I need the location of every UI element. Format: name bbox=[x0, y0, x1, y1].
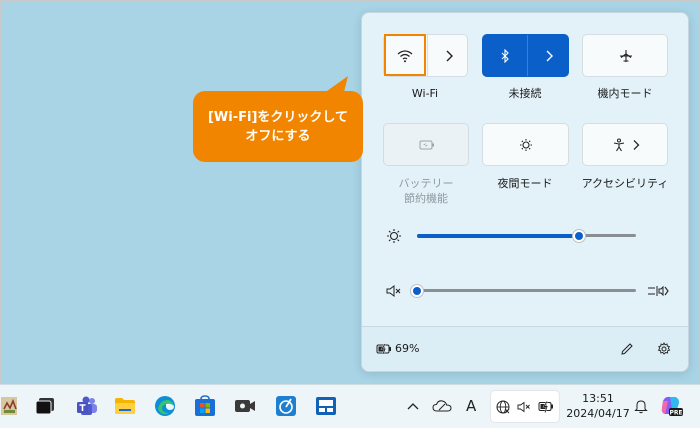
settings-gear-icon[interactable] bbox=[657, 342, 671, 356]
airplane-mode-label: 機内モード bbox=[597, 87, 653, 100]
gallery-app-icon[interactable] bbox=[313, 393, 339, 419]
volume-slider-thumb[interactable] bbox=[410, 284, 424, 298]
accessibility-icon bbox=[612, 138, 626, 152]
callout-line2: オフにする bbox=[245, 128, 311, 144]
brightness-slider-fill bbox=[417, 234, 579, 238]
task-view-icon[interactable] bbox=[32, 393, 58, 419]
airplane-mode-tile[interactable] bbox=[582, 34, 668, 77]
teams-icon[interactable] bbox=[74, 393, 100, 419]
wifi-label: Wi-Fi bbox=[411, 87, 439, 100]
audio-output-select-icon[interactable] bbox=[647, 284, 669, 298]
onedrive-cloud-icon[interactable] bbox=[429, 393, 455, 419]
svg-text:PRE: PRE bbox=[669, 410, 682, 417]
battery-saver-label-line1: バッテリー bbox=[398, 177, 454, 190]
clock-date: 2024/04/17 bbox=[566, 407, 630, 420]
quick-settings-footer: 69% bbox=[362, 326, 688, 371]
bluetooth-icon[interactable] bbox=[500, 48, 510, 63]
edge-browser-icon[interactable] bbox=[152, 393, 178, 419]
widgets-icon[interactable] bbox=[0, 393, 20, 419]
edit-pencil-icon[interactable] bbox=[620, 342, 634, 356]
instruction-callout: [Wi-Fi]をクリックして オフにする bbox=[193, 91, 363, 162]
copilot-icon[interactable]: PRE bbox=[658, 393, 684, 419]
speaker-muted-icon[interactable] bbox=[386, 285, 402, 297]
keyboard-input-indicator[interactable]: A bbox=[466, 397, 476, 415]
capture-app-icon[interactable] bbox=[232, 393, 258, 419]
show-hidden-icons-chevron-icon[interactable] bbox=[400, 393, 426, 419]
taskbar: A 13:51 2024/04/17 PRE bbox=[0, 384, 700, 428]
battery-percentage: 69% bbox=[395, 342, 420, 355]
wifi-tile-divider bbox=[427, 35, 428, 76]
battery-saver-label-line2: 節約機能 bbox=[404, 192, 448, 205]
battery-status-icon[interactable] bbox=[538, 401, 554, 414]
bluetooth-tile[interactable] bbox=[482, 34, 569, 77]
battery-saver-icon bbox=[419, 140, 435, 150]
night-light-label: 夜間モード bbox=[497, 177, 553, 190]
battery-saver-label: バッテリー 節約機能 bbox=[381, 176, 471, 206]
accessibility-chevron-icon[interactable] bbox=[633, 139, 640, 150]
clock-time: 13:51 bbox=[582, 392, 614, 405]
network-volume-battery-group[interactable] bbox=[490, 390, 560, 423]
file-explorer-icon[interactable] bbox=[112, 393, 138, 419]
wifi-expand-chevron-icon[interactable] bbox=[445, 50, 453, 62]
night-light-tile[interactable] bbox=[482, 123, 569, 166]
volume-muted-icon[interactable] bbox=[517, 401, 531, 413]
bluetooth-expand-chevron-icon[interactable] bbox=[545, 50, 553, 62]
night-light-icon bbox=[519, 138, 533, 152]
network-globe-icon[interactable] bbox=[496, 400, 510, 414]
app-launcher-icon[interactable] bbox=[273, 393, 299, 419]
brightness-icon bbox=[386, 228, 402, 244]
microsoft-store-icon[interactable] bbox=[192, 393, 218, 419]
bluetooth-label: 未接続 bbox=[508, 87, 542, 100]
volume-slider-track[interactable] bbox=[417, 289, 636, 292]
brightness-slider-thumb[interactable] bbox=[572, 229, 586, 243]
battery-saver-tile[interactable] bbox=[383, 123, 469, 166]
accessibility-tile[interactable] bbox=[582, 123, 668, 166]
bluetooth-tile-divider bbox=[527, 35, 528, 76]
battery-charging-icon[interactable] bbox=[376, 343, 392, 355]
callout-line1: [Wi-Fi]をクリックして bbox=[207, 109, 349, 125]
airplane-icon bbox=[618, 49, 634, 63]
notification-bell-icon[interactable] bbox=[628, 393, 654, 419]
taskbar-clock[interactable]: 13:51 2024/04/17 bbox=[563, 391, 633, 421]
accessibility-label: アクセシビリティ bbox=[581, 177, 669, 190]
wifi-highlight-box bbox=[384, 34, 426, 76]
